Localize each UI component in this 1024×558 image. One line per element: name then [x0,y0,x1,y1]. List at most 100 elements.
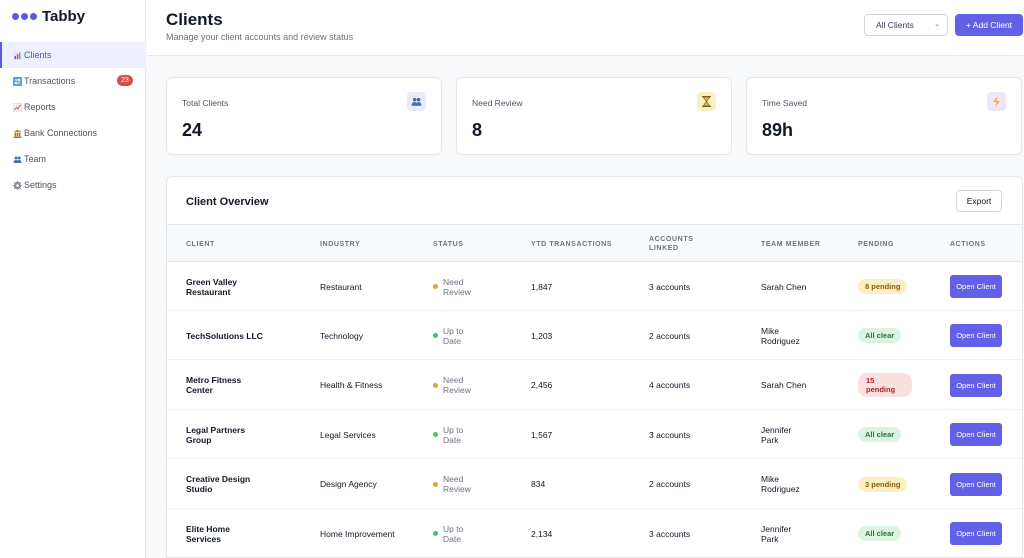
client-actions-cell: Open Client [950,460,1002,509]
client-pending-cell: All clear [858,410,918,459]
line-chart-icon [12,102,22,112]
client-industry: Design Agency [320,479,377,490]
client-industry-cell: Technology [320,311,398,360]
client-accounts-linked-cell: 3 accounts [649,410,719,459]
client-name: Elite Home Services [186,523,230,544]
table-row[interactable]: Creative Design Studio Design Agency Need … [167,460,1022,509]
client-accounts-linked-cell: 2 accounts [649,460,719,509]
client-accounts-linked-cell: 3 accounts [649,509,719,557]
table-row[interactable]: Green Valley Restaurant Restaurant Need Re… [167,262,1022,311]
chevron-down-icon: ⌄ [934,21,940,28]
stat-card-total-clients: Total Clients 24 [166,77,442,155]
sidebar-item-label: Transactions [24,76,76,86]
client-industry-cell: Design Agency [320,460,398,509]
client-accounts-linked: 3 accounts [649,429,691,440]
status-dot-icon [433,531,438,536]
column-header-ytd-transactions[interactable]: YTD TRANSACTIONS [531,225,621,263]
client-industry: Technology [320,330,364,341]
client-ytd-transactions: 1,847 [531,281,553,292]
pending-badge: All clear [858,328,902,344]
column-header-industry[interactable]: INDUSTRY [320,225,360,263]
add-client-button[interactable]: + Add Client [955,14,1023,36]
client-team-member: Mike Rodriguez [761,325,800,346]
open-client-button[interactable]: Open Client [950,324,1002,348]
sidebar-item-settings[interactable]: Settings [0,172,146,198]
client-industry: Legal Services [320,429,376,440]
client-status: Need Review [443,276,471,297]
sidebar-item-label: Team [24,154,47,164]
gear-icon [12,180,22,190]
sidebar: Tabby Clients Transactions 23 Reports Ba… [0,0,146,558]
table-row[interactable]: Legal Partners Group Legal Services Up to … [167,410,1022,460]
sidebar-item-team[interactable]: Team [0,146,146,172]
column-header-accounts-linked[interactable]: ACCOUNTS LINKED [649,225,719,263]
open-client-button[interactable]: Open Client [950,373,1002,397]
client-status-cell: Up to Date [433,311,493,360]
client-team-member-cell: Jennifer Park [761,509,811,557]
client-pending-cell: 8 pending [858,262,918,311]
client-ytd-transactions: 834 [531,479,546,490]
client-team-member: Sarah Chen [761,380,807,391]
column-header-client[interactable]: CLIENT [186,225,215,263]
client-accounts-linked: 4 accounts [649,380,691,391]
client-pending-cell: 15 pending [858,361,918,410]
client-name: TechSolutions LLC [186,330,263,341]
open-client-button[interactable]: Open Client [950,472,1002,496]
table-row[interactable]: TechSolutions LLC Technology Up to Date 1,2… [167,311,1022,361]
bank-icon [12,128,22,138]
client-name-cell: Green Valley Restaurant [186,262,266,311]
status-dot-icon [433,284,438,289]
open-client-button[interactable]: Open Client [950,522,1002,545]
client-team-member: Mike Rodriguez [761,474,800,495]
client-name-cell: Metro Fitness Center [186,361,266,410]
transactions-count-badge: 23 [117,75,133,86]
client-industry: Health & Fitness [320,380,383,391]
open-client-button[interactable]: Open Client [950,423,1002,447]
client-pending-cell: All clear [858,509,918,557]
client-actions-cell: Open Client [950,509,1002,557]
client-name: Legal Partners Group [186,424,246,445]
pending-badge: All clear [858,526,902,541]
hourglass-icon [697,92,716,111]
app-logo[interactable]: Tabby [12,7,85,25]
client-accounts-linked: 3 accounts [649,281,691,292]
client-industry-cell: Home Improvement [320,509,398,557]
client-ytd-transactions: 1,567 [531,429,553,440]
sidebar-item-reports[interactable]: Reports [0,94,146,120]
people-icon [407,92,426,111]
client-overview-card: Client Overview Export CLIENT INDUSTRY S… [166,176,1023,558]
column-header-status[interactable]: STATUS [433,225,464,263]
pending-badge: 3 pending [858,476,908,492]
lightning-icon [987,92,1006,111]
client-filter-select[interactable]: All Clients ⌄ [864,14,948,36]
client-ytd-transactions-cell: 2,134 [531,509,601,557]
client-team-member: Jennifer Park [761,523,792,544]
client-status: Need Review [443,375,471,396]
table-header: CLIENT INDUSTRY STATUS YTD TRANSACTIONS … [167,224,1022,263]
sidebar-item-clients[interactable]: Clients [0,42,146,68]
client-name-cell: Legal Partners Group [186,410,266,459]
client-name-cell: TechSolutions LLC [186,311,266,360]
client-name-cell: Creative Design Studio [186,460,266,509]
stat-value: 8 [472,120,483,140]
table-row[interactable]: Metro Fitness Center Health & Fitness Need… [167,361,1022,410]
status-dot-icon [433,333,438,339]
stat-label: Need Review [472,98,523,108]
page-title: Clients [166,10,223,29]
open-client-button[interactable]: Open Client [950,275,1002,298]
export-button[interactable]: Export [956,190,1002,212]
client-ytd-transactions-cell: 1,847 [531,262,601,311]
status-dot-icon [433,432,438,438]
sidebar-item-transactions[interactable]: Transactions 23 [0,68,146,94]
column-header-team-member[interactable]: TEAM MEMBER [761,225,821,263]
client-industry-cell: Restaurant [320,262,398,311]
status-dot-icon [433,481,438,487]
column-header-pending[interactable]: PENDING [858,225,894,263]
table-row[interactable]: Elite Home Services Home Improvement Up to… [167,509,1022,557]
stat-label: Time Saved [762,98,808,108]
client-pending-cell: 3 pending [858,460,918,509]
bar-chart-icon [12,50,22,60]
client-team-member-cell: Sarah Chen [761,361,811,410]
stat-card-need-review: Need Review 8 [456,77,732,155]
sidebar-item-bank-connections[interactable]: Bank Connections [0,120,146,146]
